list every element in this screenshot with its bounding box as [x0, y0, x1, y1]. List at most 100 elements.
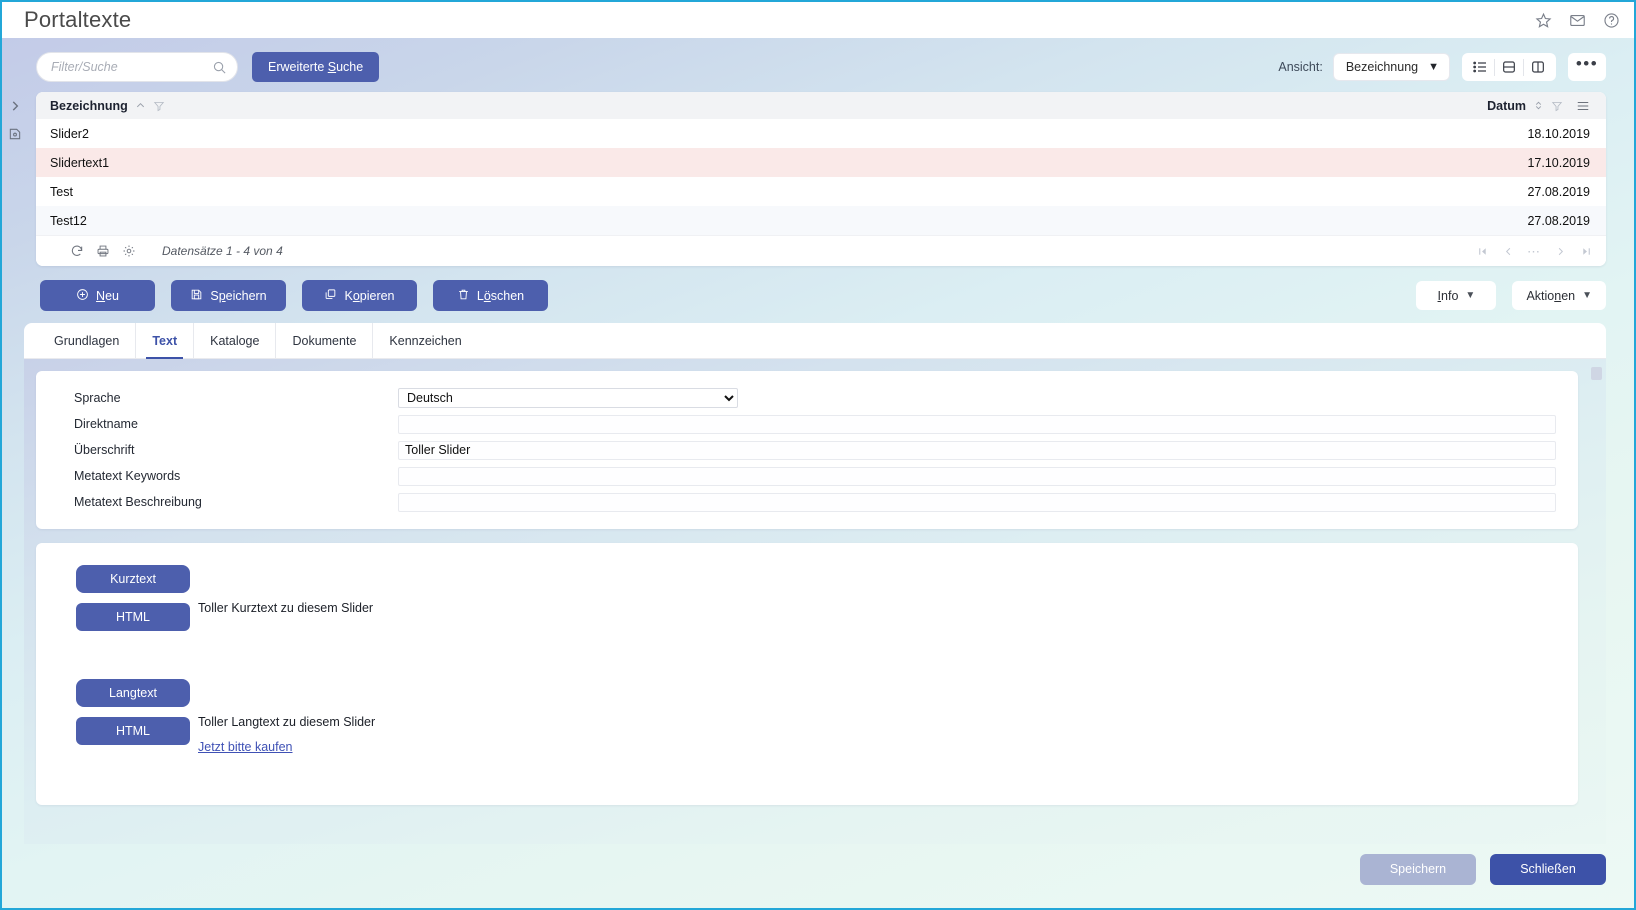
- trash-icon: [457, 288, 470, 304]
- tab-grundlagen[interactable]: Grundlagen: [38, 323, 137, 358]
- favorite-star-icon[interactable]: [1534, 11, 1552, 29]
- save-pre: S: [210, 288, 219, 303]
- field-metatext-beschreibung: Metatext Beschreibung: [50, 489, 1556, 515]
- langtext-html-button[interactable]: HTML: [76, 717, 190, 745]
- save-acc: p: [218, 288, 226, 303]
- field-sprache: Sprache Deutsch: [50, 385, 1556, 411]
- table-row[interactable]: Test12 27.08.2019: [36, 206, 1606, 235]
- mail-icon[interactable]: [1568, 11, 1586, 29]
- tab-grundlagen-label: Grundlagen: [54, 333, 120, 348]
- kurztext-line: Toller Kurztext zu diesem Slider: [198, 601, 374, 615]
- grid-col-bezeichnung[interactable]: Bezeichnung: [50, 99, 165, 113]
- copy-icon: [324, 288, 337, 304]
- delete-pre: L: [476, 288, 484, 303]
- langtext-line: Toller Langtext zu diesem Slider: [198, 715, 376, 729]
- view-label: Ansicht:: [1278, 60, 1323, 74]
- field-direktname: Direktname: [50, 411, 1556, 437]
- prev-page-icon[interactable]: [1502, 246, 1514, 257]
- cell-bezeichnung: Slider2: [50, 126, 89, 141]
- cell-bezeichnung: Test12: [50, 213, 87, 228]
- info-dropdown-button[interactable]: Info ▼: [1416, 281, 1497, 310]
- delete-post: schen: [490, 288, 525, 303]
- field-metatext-beschreibung-label: Metatext Beschreibung: [74, 495, 202, 509]
- info-post: nfo: [1441, 288, 1459, 303]
- print-icon[interactable]: [96, 244, 110, 258]
- sort-asc-icon[interactable]: [135, 100, 146, 111]
- tab-kennzeichen[interactable]: Kennzeichen: [373, 323, 477, 358]
- tab-kataloge[interactable]: Kataloge: [194, 323, 277, 358]
- split-horizontal-view-icon[interactable]: [1495, 54, 1523, 80]
- copy-button[interactable]: Kopieren: [302, 280, 417, 311]
- delete-button[interactable]: Löschen: [433, 280, 548, 311]
- view-select[interactable]: Bezeichnung ▼: [1332, 53, 1450, 81]
- field-sprache-label: Sprache: [74, 391, 121, 405]
- table-row[interactable]: Slidertext1 17.10.2019: [36, 148, 1606, 177]
- next-page-icon[interactable]: [1554, 246, 1566, 257]
- grid-col-datum-label: Datum: [1487, 98, 1526, 113]
- search-icon[interactable]: [212, 60, 227, 78]
- tab-dokumente-label: Dokumente: [292, 333, 357, 348]
- table-row[interactable]: Test 27.08.2019: [36, 177, 1606, 206]
- form-fields-card: Sprache Deutsch Direktname Überschrift T…: [36, 371, 1578, 529]
- footer-save-button[interactable]: Speichern: [1360, 853, 1476, 885]
- split-vertical-view-icon[interactable]: [1524, 54, 1552, 80]
- save-button[interactable]: Speichern: [171, 280, 286, 311]
- field-metatext-keywords: Metatext Keywords: [50, 463, 1556, 489]
- title-bar: Portaltexte: [0, 0, 1636, 38]
- dialog-footer: Speichern Schließen: [2, 844, 1634, 908]
- field-direktname-label: Direktname: [74, 417, 138, 431]
- list-view-icon[interactable]: [1466, 54, 1494, 80]
- kurztext-block: Kurztext HTML Toller Kurztext zu diesem …: [36, 565, 1578, 631]
- metatext-keywords-input[interactable]: [398, 466, 1556, 486]
- filter-icon-datum[interactable]: [1551, 100, 1563, 112]
- direktname-input[interactable]: [398, 414, 1556, 434]
- help-icon[interactable]: [1602, 11, 1620, 29]
- view-mode-group: [1462, 53, 1556, 81]
- metatext-beschreibung-input[interactable]: [398, 492, 1556, 512]
- new-acc: N: [96, 288, 106, 303]
- grid-footer-icons: [70, 244, 136, 258]
- table-row[interactable]: Slider2 18.10.2019: [36, 119, 1606, 148]
- search-input[interactable]: [51, 60, 207, 74]
- kurztext-button[interactable]: Kurztext: [76, 565, 190, 593]
- grid-col-datum[interactable]: Datum: [1487, 99, 1590, 113]
- cell-datum: 18.10.2019: [1527, 126, 1590, 141]
- detail-scrollbar[interactable]: [1591, 367, 1602, 836]
- new-button[interactable]: Neu: [40, 280, 155, 311]
- plus-circle-icon: [76, 288, 89, 304]
- advanced-search-button[interactable]: Erweiterte Suche: [252, 52, 380, 82]
- last-page-icon[interactable]: [1580, 246, 1592, 257]
- settings-gear-icon[interactable]: [122, 244, 136, 258]
- ueberschrift-input[interactable]: [398, 440, 1556, 460]
- bookmark-tag-icon[interactable]: [5, 124, 25, 144]
- search-box[interactable]: [36, 52, 238, 82]
- filter-icon[interactable]: [153, 100, 165, 112]
- footer-close-button[interactable]: Schließen: [1490, 853, 1606, 885]
- tab-dokumente[interactable]: Dokumente: [276, 323, 374, 358]
- copy-acc: o: [352, 288, 360, 303]
- left-rail: [2, 38, 28, 908]
- page-dots[interactable]: ⋯: [1527, 245, 1540, 258]
- langtext-link[interactable]: Jetzt bitte kaufen: [198, 740, 293, 754]
- refresh-icon[interactable]: [70, 244, 84, 258]
- tab-text[interactable]: Text: [136, 323, 195, 359]
- grid-menu-icon[interactable]: [1576, 99, 1590, 113]
- tab-kennzeichen-label: Kennzeichen: [389, 333, 462, 348]
- page-title: Portaltexte: [24, 7, 132, 32]
- detail-body: Sprache Deutsch Direktname Überschrift T…: [24, 359, 1606, 844]
- aktionen-dropdown-button[interactable]: Aktionen ▼: [1512, 281, 1606, 310]
- record-count-text: Datensätze 1 - 4 von 4: [162, 244, 283, 258]
- expand-sidebar-icon[interactable]: [5, 96, 25, 116]
- grid-col-bezeichnung-label: Bezeichnung: [50, 98, 128, 113]
- kurztext-html-button[interactable]: HTML: [76, 603, 190, 631]
- first-page-icon[interactable]: [1476, 246, 1488, 257]
- sort-none-icon[interactable]: [1533, 100, 1544, 111]
- more-options-icon[interactable]: •••: [1568, 53, 1606, 81]
- chevron-down-icon: ▼: [1465, 290, 1476, 301]
- search-toolbar: Erweiterte Suche Ansicht: Bezeichnung ▼: [2, 38, 1634, 92]
- field-ueberschrift: Überschrift: [50, 437, 1556, 463]
- langtext-button[interactable]: Langtext: [76, 679, 190, 707]
- sprache-select[interactable]: Deutsch: [398, 388, 738, 408]
- langtext-block: Langtext HTML Toller Langtext zu diesem …: [36, 679, 1578, 754]
- detail-scrollbar-thumb[interactable]: [1591, 367, 1602, 380]
